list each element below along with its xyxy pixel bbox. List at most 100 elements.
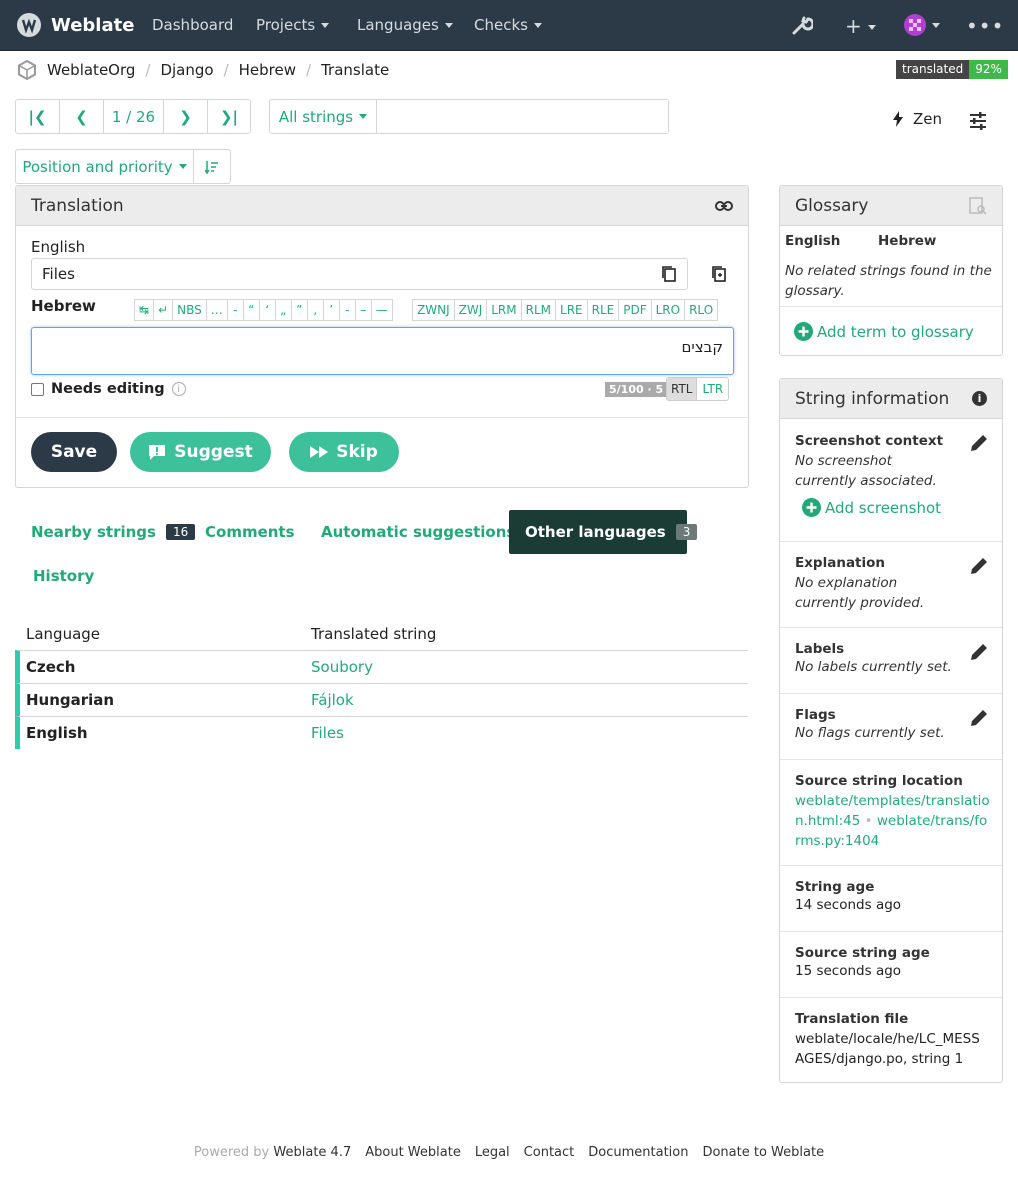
source-text: Files: [31, 258, 688, 290]
special-char-button[interactable]: ↹: [134, 299, 155, 321]
special-char-button[interactable]: “: [242, 299, 260, 321]
nav-projects[interactable]: Projects: [256, 16, 330, 34]
footer-link-contact[interactable]: Contact: [524, 1145, 575, 1160]
lightning-icon: [893, 111, 903, 127]
next-button[interactable]: ❯: [164, 100, 208, 133]
edit-screenshot-pencil-icon[interactable]: [968, 432, 990, 454]
add-screenshot-button[interactable]: Add screenshot: [802, 498, 941, 517]
chevron-down-icon: [533, 23, 542, 28]
translation-panel: Translation English Files Hebrew ↹ ↵ NBS… -…: [15, 185, 749, 488]
first-button[interactable]: |❮: [16, 100, 60, 133]
copy-icon[interactable]: [661, 265, 677, 283]
special-char-button[interactable]: —: [370, 299, 393, 321]
breadcrumb-language[interactable]: Hebrew: [239, 61, 296, 79]
suggest-button[interactable]: Suggest: [130, 432, 271, 472]
explanation-label: Explanation: [795, 555, 886, 571]
sort-direction-button[interactable]: [194, 150, 230, 183]
bidi-char-button[interactable]: ZWNJ: [412, 299, 455, 321]
footer-link-about[interactable]: About Weblate: [365, 1145, 461, 1160]
clone-source-icon[interactable]: [711, 265, 727, 283]
footer-version-link[interactable]: Weblate 4.7: [273, 1145, 351, 1160]
filter-dropdown[interactable]: All strings: [270, 100, 377, 133]
row-translated-link[interactable]: Fájlok: [311, 691, 354, 709]
special-char-button[interactable]: ’: [322, 299, 340, 321]
table-row: Hungarian Fájlok: [15, 683, 748, 716]
breadcrumb-component[interactable]: Django: [160, 61, 213, 79]
special-char-button[interactable]: …: [205, 299, 228, 321]
sort-group: Position and priority: [15, 149, 231, 184]
settings-sliders-icon[interactable]: [969, 112, 987, 130]
special-char-button[interactable]: ‘: [258, 299, 276, 321]
translation-panel-header: Translation: [16, 186, 748, 226]
special-char-button[interactable]: ”: [290, 299, 308, 321]
nav-dashboard[interactable]: Dashboard: [152, 16, 233, 34]
needs-editing[interactable]: Needs editing i: [31, 381, 186, 397]
bidi-char-button[interactable]: LRM: [486, 299, 522, 321]
translation-textarea[interactable]: קבצים: [31, 327, 734, 375]
footer-link-documentation[interactable]: Documentation: [588, 1145, 688, 1160]
breadcrumb-separator: /: [223, 61, 229, 79]
tab-nearby-strings[interactable]: Nearby strings 16: [31, 510, 196, 554]
tab-comments[interactable]: Comments: [205, 510, 295, 554]
special-char-button[interactable]: „: [274, 299, 292, 321]
add-term-button[interactable]: Add term to glossary: [794, 322, 974, 341]
string-info-header: String information i: [780, 379, 1002, 419]
special-char-button[interactable]: -: [226, 299, 244, 321]
last-button[interactable]: ❯|: [208, 100, 250, 133]
string-age-label: String age: [795, 879, 875, 895]
tab-other-languages[interactable]: Other languages 3: [509, 510, 698, 554]
glossary-search-icon[interactable]: [969, 196, 987, 215]
bidi-char-button[interactable]: RLE: [586, 299, 620, 321]
plus-circle-icon: [794, 322, 813, 341]
bidi-char-button[interactable]: RLO: [684, 299, 719, 321]
sort-label: Position and priority: [22, 157, 173, 176]
tab-automatic-suggestions[interactable]: Automatic suggestions: [321, 510, 515, 554]
sort-dropdown[interactable]: Position and priority: [16, 150, 194, 183]
divider: [780, 541, 1002, 542]
tab-history[interactable]: History: [33, 554, 94, 598]
user-menu[interactable]: [904, 14, 940, 36]
chevron-down-icon: [932, 22, 940, 28]
special-char-button[interactable]: –: [354, 299, 372, 321]
breadcrumb-project[interactable]: WeblateOrg: [47, 61, 135, 79]
special-char-button[interactable]: -: [338, 299, 356, 321]
nav-checks[interactable]: Checks: [474, 16, 542, 34]
footer-link-legal[interactable]: Legal: [475, 1145, 510, 1160]
nav-languages[interactable]: Languages: [357, 16, 453, 34]
footer-link-donate[interactable]: Donate to Weblate: [702, 1145, 824, 1160]
direction-toggle: RTL LTR: [666, 377, 730, 401]
link-icon[interactable]: [715, 200, 733, 212]
bidi-char-button[interactable]: LRE: [555, 299, 588, 321]
wrench-icon[interactable]: [791, 15, 813, 37]
info-icon[interactable]: i: [171, 382, 186, 396]
more-icon[interactable]: •••: [966, 14, 1004, 38]
add-menu[interactable]: +: [845, 14, 876, 38]
row-translated-link[interactable]: Files: [311, 724, 344, 742]
needs-editing-label: Needs editing: [51, 381, 165, 397]
edit-explanation-pencil-icon[interactable]: [968, 555, 990, 577]
save-button[interactable]: Save: [31, 432, 117, 472]
glossary-header: Glossary: [780, 186, 1002, 226]
edit-labels-pencil-icon[interactable]: [968, 641, 990, 663]
last-page-icon: ❯|: [219, 107, 239, 126]
special-char-button[interactable]: ↵: [153, 299, 174, 321]
skip-button[interactable]: Skip: [289, 432, 399, 472]
row-translated-link[interactable]: Soubory: [311, 658, 373, 676]
bidi-char-button[interactable]: PDF: [618, 299, 652, 321]
special-char-button[interactable]: ,: [306, 299, 324, 321]
bidi-char-button[interactable]: LRO: [650, 299, 686, 321]
bidi-char-button[interactable]: ZWJ: [453, 299, 488, 321]
info-icon[interactable]: i: [972, 391, 987, 406]
brand[interactable]: Weblate: [16, 12, 134, 38]
edit-flags-pencil-icon[interactable]: [968, 707, 990, 729]
needs-editing-checkbox[interactable]: [31, 382, 44, 396]
bidi-char-button[interactable]: RLM: [520, 299, 557, 321]
nav-languages-label: Languages: [357, 16, 439, 34]
rtl-button[interactable]: RTL: [667, 378, 698, 400]
search-input[interactable]: [377, 100, 668, 133]
zen-button[interactable]: Zen: [893, 110, 942, 128]
ltr-button[interactable]: LTR: [697, 378, 728, 400]
labels-value: No labels currently set.: [795, 659, 952, 675]
previous-button[interactable]: ❮: [60, 100, 104, 133]
special-char-button[interactable]: NBS: [172, 299, 207, 321]
